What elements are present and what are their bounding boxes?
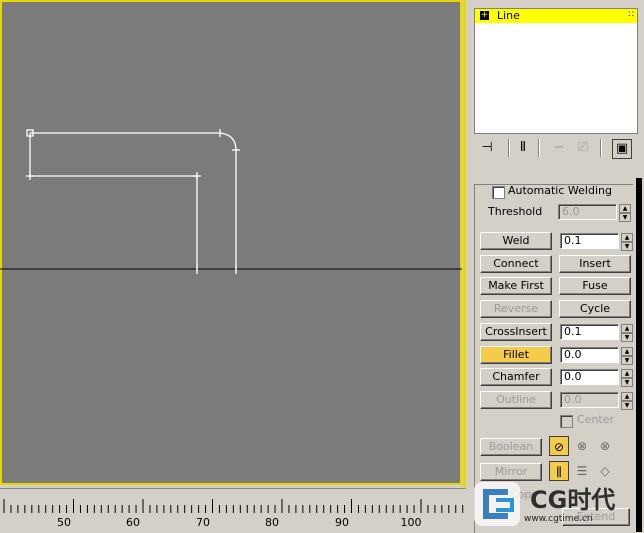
stack-toolbar: ⊣ Ⅱ ∽ ⎚ ▣ <box>474 136 636 160</box>
outline-field[interactable]: 0.0 <box>560 392 619 408</box>
insert-button[interactable]: Insert <box>559 255 631 273</box>
perspective-viewport[interactable] <box>0 0 462 485</box>
center-label: Center <box>577 413 615 426</box>
make-unique-icon[interactable]: ∽ <box>550 139 568 157</box>
threshold-field[interactable]: 6.0 <box>558 204 617 220</box>
fillet-field[interactable]: 0.0 <box>560 347 619 363</box>
weld-button[interactable]: Weld <box>480 232 552 250</box>
weld-field[interactable]: 0.1 <box>560 233 619 249</box>
watermark-url: www.cgtime.cn <box>524 514 593 524</box>
light-bulb-icon[interactable]: ∷ <box>628 10 634 20</box>
spinner-arrows[interactable]: ▲ ▼ <box>621 233 633 251</box>
center-checkbox[interactable] <box>560 415 573 428</box>
automatic-welding-label: Automatic Welding <box>508 184 612 197</box>
stack-item-line[interactable]: + Line ∷ <box>475 9 637 23</box>
modifier-stack-list[interactable]: + Line ∷ <box>474 8 638 134</box>
spline-shape <box>26 129 240 274</box>
spinner-arrows[interactable]: ▲ ▼ <box>621 392 633 410</box>
chamfer-button[interactable]: Chamfer <box>480 368 552 386</box>
automatic-welding-checkbox[interactable] <box>492 186 505 199</box>
watermark: CG时代 www.cgtime.cn <box>468 474 644 532</box>
connect-button[interactable]: Connect <box>480 255 552 273</box>
crossinsert-field[interactable]: 0.1 <box>560 324 619 340</box>
cycle-button[interactable]: Cycle <box>559 300 631 318</box>
toolbar-separator <box>600 139 602 157</box>
ruler-tick-label: 100 <box>400 516 422 529</box>
spinner-arrows[interactable]: ▲ ▼ <box>621 324 633 342</box>
stack-item-label: Line <box>497 9 520 22</box>
spinner-arrows[interactable]: ▲ ▼ <box>621 347 633 365</box>
watermark-brand: CG时代 <box>530 486 616 514</box>
crossinsert-button[interactable]: CrossInsert <box>480 323 552 341</box>
time-ruler[interactable]: 50 60 70 80 90 100 <box>0 488 466 533</box>
pin-stack-icon[interactable]: ⊣ <box>478 139 496 157</box>
fuse-button[interactable]: Fuse <box>559 277 631 295</box>
ruler-tick-label: 70 <box>196 516 210 529</box>
configure-modifier-sets-icon[interactable]: ▣ <box>612 139 632 159</box>
toolbar-separator <box>538 139 540 157</box>
ruler-tick-label: 60 <box>126 516 140 529</box>
outline-button[interactable]: Outline <box>480 391 552 409</box>
intersection-icon[interactable]: ⊗ <box>595 436 615 456</box>
spinner-arrows[interactable]: ▲ ▼ <box>619 204 631 222</box>
reverse-button[interactable]: Reverse <box>480 300 552 318</box>
ruler-tick-label: 90 <box>335 516 349 529</box>
chamfer-field[interactable]: 0.0 <box>560 369 619 385</box>
remove-modifier-icon[interactable]: ⎚ <box>574 139 592 157</box>
fillet-button[interactable]: Fillet <box>480 346 552 364</box>
boolean-button[interactable]: Boolean <box>480 438 542 456</box>
make-first-button[interactable]: Make First <box>480 277 552 295</box>
ruler-tick-label: 50 <box>57 516 71 529</box>
viewport-canvas <box>0 129 462 274</box>
ruler-ticks <box>3 499 464 513</box>
subtraction-icon[interactable]: ⊗ <box>572 436 592 456</box>
threshold-label: Threshold <box>488 205 543 218</box>
show-end-result-icon[interactable]: Ⅱ <box>514 139 532 157</box>
toolbar-separator <box>508 139 510 157</box>
expand-icon[interactable]: + <box>480 11 489 20</box>
spinner-arrows[interactable]: ▲ ▼ <box>621 369 633 387</box>
union-icon[interactable]: ⊘ <box>549 436 569 456</box>
ruler-tick-label: 80 <box>265 516 279 529</box>
